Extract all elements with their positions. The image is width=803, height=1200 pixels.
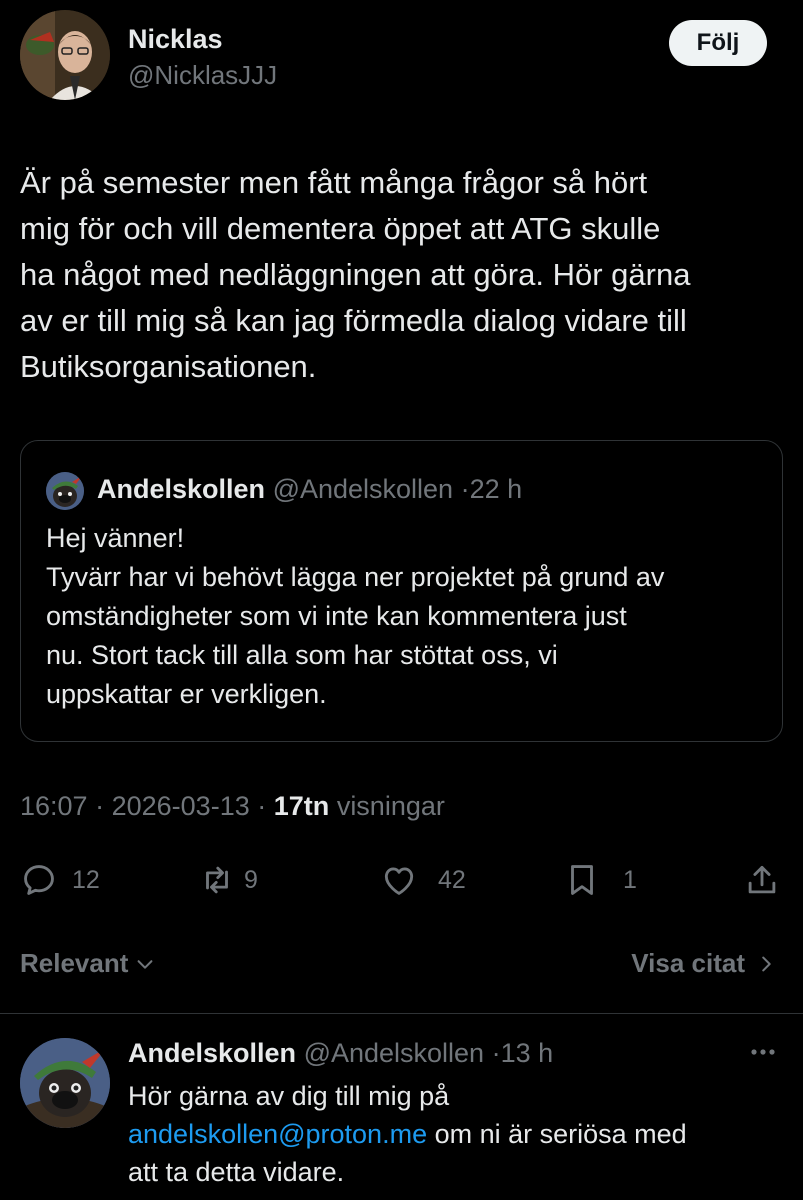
reply-avatar[interactable] xyxy=(20,1038,110,1128)
quote-line: Tyvärr har vi behövt lägga ner projektet… xyxy=(46,562,665,592)
tweet-line: ha något med nedläggningen att göra. Hör… xyxy=(20,257,691,292)
share-button[interactable] xyxy=(743,855,781,905)
reply-count: 12 xyxy=(72,865,100,894)
email-link[interactable]: andelskollen@proton.me xyxy=(128,1119,427,1149)
quote-time[interactable]: 22 h xyxy=(470,474,523,504)
heart-icon xyxy=(384,867,414,895)
tweet-line: Butiksorganisationen. xyxy=(20,349,317,384)
reply-sort-row: Relevant Visa citat xyxy=(0,940,803,990)
reply-button[interactable]: 12 xyxy=(20,855,100,905)
retweet-icon xyxy=(206,866,228,894)
reply-line: Hör gärna av dig till mig på xyxy=(128,1081,450,1111)
share-icon xyxy=(748,865,776,894)
quote-text: Hej vänner! Tyvärr har vi behövt lägga n… xyxy=(46,519,776,714)
retweet-count: 9 xyxy=(244,865,258,894)
views-count[interactable]: 17tn xyxy=(274,791,330,821)
quote-header: Andelskollen @Andelskollen ·22 h xyxy=(97,474,522,505)
bookmark-count: 1 xyxy=(623,865,637,894)
relevant-label: Relevant xyxy=(20,948,129,978)
quote-line: nu. Stort tack till alla som har stöttat… xyxy=(46,640,558,670)
retweet-button[interactable]: 9 xyxy=(198,855,258,905)
tweet-date[interactable]: 2026-03-13 xyxy=(112,791,250,821)
like-button[interactable]: 42 xyxy=(380,855,466,905)
reply-line: andelskollen@proton.me om ni är seriösa … xyxy=(128,1115,788,1153)
views-label[interactable]: visningar xyxy=(337,791,445,821)
reply-tweet[interactable]: Andelskollen @Andelskollen ·13 h Hör gär… xyxy=(0,1014,803,1200)
chevron-right-icon xyxy=(762,956,771,971)
action-bar: 12 9 42 1 xyxy=(0,855,803,905)
like-count: 42 xyxy=(438,865,466,894)
reply-separator: · xyxy=(491,1038,501,1068)
tweet-meta: 16:07 · 2026-03-13 · 17tn visningar xyxy=(20,791,445,822)
more-options-button[interactable] xyxy=(745,1038,781,1066)
quote-line: omständigheter som vi inte kan kommenter… xyxy=(46,601,627,631)
quote-avatar[interactable] xyxy=(46,472,84,510)
meta-separator: · xyxy=(257,791,267,821)
reply-line-rest: om ni är seriösa med xyxy=(427,1119,687,1149)
quote-author-name[interactable]: Andelskollen xyxy=(97,474,265,504)
bookmark-icon xyxy=(571,865,593,895)
reply-icon xyxy=(24,865,54,895)
more-icon xyxy=(751,1049,775,1055)
reply-author-handle[interactable]: @Andelskollen xyxy=(304,1038,485,1068)
quote-line: Hej vänner! xyxy=(46,523,185,553)
tweet-line: Är på semester men fått många frågor så … xyxy=(20,165,648,200)
tweet-time[interactable]: 16:07 xyxy=(20,791,88,821)
reply-author-name[interactable]: Andelskollen xyxy=(128,1038,296,1068)
relevant-sort-button[interactable]: Relevant xyxy=(20,948,156,979)
tweet-header: Nicklas @NicklasJJJ Följ xyxy=(20,10,783,105)
quote-line: uppskattar er verkligen. xyxy=(46,679,327,709)
tweet-text: Är på semester men fått många frågor så … xyxy=(20,160,790,390)
quote-separator: · xyxy=(460,474,470,504)
bookmark-button[interactable]: 1 xyxy=(563,855,637,905)
quoted-tweet[interactable]: Andelskollen @Andelskollen ·22 h Hej vän… xyxy=(20,440,783,742)
reply-time[interactable]: 13 h xyxy=(501,1038,554,1068)
view-quotes-label: Visa citat xyxy=(631,948,745,978)
follow-button[interactable]: Följ xyxy=(669,20,767,66)
tweet-line: av er till mig så kan jag förmedla dialo… xyxy=(20,303,687,338)
chevron-down-icon xyxy=(137,959,153,969)
author-name[interactable]: Nicklas xyxy=(128,24,223,55)
reply-header: Andelskollen @Andelskollen ·13 h xyxy=(128,1038,553,1069)
quote-author-handle[interactable]: @Andelskollen xyxy=(273,474,454,504)
view-quotes-link[interactable]: Visa citat xyxy=(631,948,777,979)
author-avatar[interactable] xyxy=(20,10,110,100)
tweet-line: mig för och vill dementera öppet att ATG… xyxy=(20,211,661,246)
reply-text: Hör gärna av dig till mig på andelskolle… xyxy=(128,1077,788,1191)
meta-separator: · xyxy=(95,791,105,821)
reply-line: att ta detta vidare. xyxy=(128,1157,345,1187)
author-handle[interactable]: @NicklasJJJ xyxy=(128,60,277,91)
